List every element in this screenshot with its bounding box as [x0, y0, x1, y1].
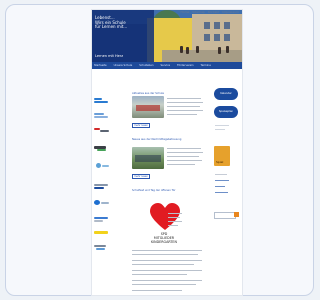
- text-line: [168, 217, 180, 219]
- text-line: [132, 290, 182, 292]
- promo-tile[interactable]: Spiel: [214, 146, 230, 166]
- hero-tagline: Lernen mit Herz: [95, 54, 124, 58]
- text-line: [215, 125, 229, 127]
- text-line: [132, 270, 202, 272]
- mainnav-dates[interactable]: Termine: [201, 64, 211, 67]
- text-line: [167, 102, 203, 104]
- news-headline-3[interactable]: Schulfest und Tag der offenen Tür: [132, 189, 176, 192]
- main-navigation: Startseite Unsere Schule Schulleben Serv…: [92, 62, 242, 69]
- hero-window: [204, 34, 210, 41]
- hero-window: [214, 34, 220, 41]
- website-preview: Lebenst... Wirs ein Schule für Lernen mi…: [92, 10, 242, 295]
- hero-window: [224, 22, 230, 29]
- text-line: [167, 164, 195, 166]
- news-headline-2[interactable]: Neues aus der Nachmittagsbetreuung: [132, 138, 181, 141]
- news-photo-2[interactable]: [132, 147, 164, 169]
- text-line: [215, 174, 227, 176]
- mainnav-service[interactable]: Service: [161, 64, 171, 67]
- topnav-sitemap[interactable]: Sitemap: [192, 11, 204, 14]
- text-line: [132, 280, 202, 282]
- search-button[interactable]: [234, 212, 239, 217]
- partner-logo[interactable]: [94, 98, 110, 104]
- partner-logo[interactable]: [94, 244, 110, 250]
- text-line: [132, 264, 194, 266]
- menu-plan-button[interactable]: Speiseplan: [214, 106, 238, 118]
- hero-person: [180, 46, 183, 53]
- promo-tile-label: Spiel: [216, 160, 224, 164]
- hero-person: [196, 46, 199, 53]
- topnav-imprint[interactable]: Impressum: [222, 11, 239, 14]
- hero-title: Lebenst... Wirs ein Schule für Lernen mi…: [95, 15, 128, 30]
- text-line: [167, 106, 200, 108]
- text-line: [168, 225, 178, 227]
- text-line: [167, 148, 201, 150]
- read-more-link-2[interactable]: mehr lesen: [132, 174, 151, 180]
- text-line: [132, 254, 198, 256]
- hero-person: [226, 46, 229, 53]
- text-line: [215, 186, 225, 188]
- hero-window: [214, 22, 220, 29]
- partner-logo[interactable]: [94, 163, 110, 169]
- top-navigation: Home Sitemap Kontakt Impressum: [181, 11, 239, 14]
- mainnav-sponsors[interactable]: Förderverein: [177, 64, 193, 67]
- hero-window: [224, 34, 230, 41]
- text-line: [167, 152, 203, 154]
- mainnav-school[interactable]: Unsere Schule: [114, 64, 133, 67]
- text-line: [167, 98, 201, 100]
- text-line: [132, 284, 196, 286]
- text-line: [215, 129, 225, 131]
- text-line: [168, 213, 182, 215]
- partner-logo[interactable]: [94, 200, 110, 206]
- text-line: [167, 110, 203, 112]
- calendar-button[interactable]: Kalender: [214, 88, 238, 100]
- heart-caption: SPD MITGLIEDER KINDERGARTEN: [151, 232, 177, 244]
- topnav-home[interactable]: Home: [181, 11, 190, 14]
- hero-person: [218, 47, 221, 54]
- hero-window: [204, 22, 210, 29]
- partner-logo[interactable]: [94, 183, 110, 189]
- text-line: [215, 192, 228, 194]
- text-line: [167, 160, 202, 162]
- partner-logo[interactable]: [94, 113, 110, 119]
- text-line: [167, 156, 199, 158]
- partner-logo[interactable]: [94, 216, 110, 222]
- search-input[interactable]: [214, 212, 236, 219]
- text-line: [215, 180, 229, 182]
- mainnav-home[interactable]: Startseite: [94, 64, 107, 67]
- text-line: [132, 274, 187, 276]
- topnav-contact[interactable]: Kontakt: [208, 11, 219, 14]
- text-line: [132, 260, 202, 262]
- text-line: [168, 221, 182, 223]
- mainnav-schoollife[interactable]: Schulleben: [139, 64, 153, 67]
- text-line: [167, 114, 197, 116]
- news-photo-1[interactable]: [132, 96, 164, 118]
- hero-overlay: Lebenst... Wirs ein Schule für Lernen mi…: [92, 10, 154, 62]
- hero-person: [186, 47, 189, 54]
- news-headline-1[interactable]: Aktuelles aus der Schule: [132, 92, 164, 95]
- partner-logo[interactable]: [94, 146, 110, 152]
- text-line: [132, 250, 202, 252]
- partner-logo[interactable]: [94, 128, 110, 134]
- partner-logo[interactable]: [94, 230, 110, 236]
- hero-ground: [162, 50, 242, 62]
- read-more-link-1[interactable]: mehr lesen: [132, 123, 151, 129]
- hero-banner: Lebenst... Wirs ein Schule für Lernen mi…: [92, 10, 242, 62]
